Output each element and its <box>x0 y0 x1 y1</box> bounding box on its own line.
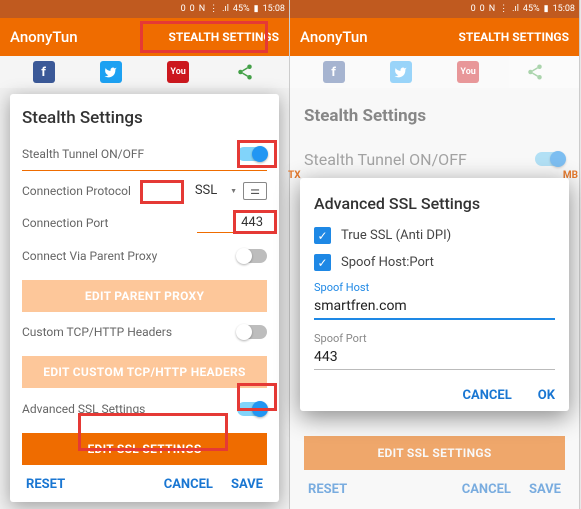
chevron-down-icon: ▼ <box>230 187 237 195</box>
facebook-icon[interactable]: f <box>33 61 55 83</box>
right-screenshot: 0 0 N ⋮ .ıl 45% ▮ 15:08 AnonyTun STEALTH… <box>290 0 580 509</box>
parent-proxy-label: Connect Via Parent Proxy <box>22 249 157 263</box>
tunnel-toggle[interactable] <box>237 147 267 161</box>
share-icon[interactable] <box>234 61 256 83</box>
modal-title: Advanced SSL Settings <box>314 194 555 213</box>
spoof-hostport-label: Spoof Host:Port <box>341 255 434 270</box>
tunnel-label: Stealth Tunnel ON/OFF <box>22 147 144 161</box>
cancel-button[interactable]: CANCEL <box>164 477 213 492</box>
download-speed: 0 <box>190 4 195 14</box>
stealth-settings-link[interactable]: STEALTH SETTINGS <box>169 30 279 44</box>
edit-ssl-button[interactable]: EDIT SSL SETTINGS <box>22 433 267 465</box>
protocol-label: Connection Protocol <box>22 184 131 198</box>
action-bar-r: AnonyTun STEALTH SETTINGS <box>290 18 579 56</box>
reset-button[interactable]: RESET <box>26 477 65 492</box>
clock: 15:08 <box>263 4 285 14</box>
adv-ssl-label: Advanced SSL Settings <box>22 402 145 416</box>
spoof-port-input[interactable] <box>314 345 555 370</box>
port-label: Connection Port <box>22 216 108 230</box>
signal-icon: .ıl <box>222 4 229 14</box>
spoof-host-label: Spoof Host <box>314 281 555 294</box>
headers-toggle[interactable] <box>237 325 267 339</box>
spoof-hostport-checkbox[interactable]: ✓ <box>314 254 331 271</box>
dialog-actions: RESET CANCEL SAVE <box>22 471 267 494</box>
stealth-settings-dialog: Stealth Settings Stealth Tunnel ON/OFF C… <box>10 94 279 502</box>
parent-proxy-toggle[interactable] <box>237 249 267 263</box>
app-title: AnonyTun <box>10 28 78 46</box>
true-ssl-checkbox[interactable]: ✓ <box>314 227 331 244</box>
edit-headers-button[interactable]: EDIT CUSTOM TCP/HTTP HEADERS <box>22 356 267 388</box>
upload-speed: 0 <box>181 4 186 14</box>
advanced-ssl-modal: Advanced SSL Settings ✓ True SSL (Anti D… <box>300 178 569 411</box>
save-button[interactable]: SAVE <box>231 477 263 492</box>
status-bar-r: 0 0 N ⋮ .ıl 45% ▮ 15:08 <box>290 0 579 18</box>
protocol-row: Connection Protocol SSL ▼ ⚌ <box>22 177 267 205</box>
adv-ssl-toggle[interactable] <box>237 402 267 416</box>
true-ssl-label: True SSL (Anti DPI) <box>341 228 451 243</box>
edit-parent-proxy-button[interactable]: EDIT PARENT PROXY <box>22 280 267 312</box>
headers-row: Custom TCP/HTTP Headers <box>22 318 267 346</box>
left-screenshot: 0 0 N ⋮ .ıl 45% ▮ 15:08 AnonyTun STEALTH… <box>0 0 290 509</box>
port-input[interactable] <box>197 213 267 233</box>
protocol-select[interactable]: SSL <box>188 183 224 198</box>
dialog-title: Stealth Settings <box>22 108 267 128</box>
status-bar: 0 0 N ⋮ .ıl 45% ▮ 15:08 <box>0 0 289 18</box>
twitter-icon[interactable] <box>100 61 122 83</box>
tunnel-toggle-row: Stealth Tunnel ON/OFF <box>22 142 267 171</box>
spoof-hostport-row: ✓ Spoof Host:Port <box>314 254 555 271</box>
battery-text: 45% <box>233 4 250 14</box>
modal-cancel-button[interactable]: CANCEL <box>463 388 512 403</box>
youtube-icon[interactable]: You <box>167 61 189 83</box>
battery-icon: ▮ <box>254 4 259 14</box>
spoof-port-label: Spoof Port <box>314 332 555 345</box>
modal-ok-button[interactable]: OK <box>538 388 555 403</box>
tx-indicator: TX <box>288 170 301 181</box>
parent-proxy-row: Connect Via Parent Proxy <box>22 241 267 269</box>
net-icon: N <box>199 4 205 14</box>
social-row: f You <box>0 56 289 88</box>
true-ssl-row: ✓ True SSL (Anti DPI) <box>314 227 555 244</box>
headers-label: Custom TCP/HTTP Headers <box>22 325 172 339</box>
wifi-icon: ⋮ <box>209 4 218 14</box>
spoof-host-input[interactable] <box>314 294 555 320</box>
adv-ssl-row: Advanced SSL Settings <box>22 394 267 422</box>
port-row: Connection Port <box>22 209 267 237</box>
action-bar: AnonyTun STEALTH SETTINGS <box>0 18 289 56</box>
tune-icon[interactable]: ⚌ <box>243 182 267 200</box>
